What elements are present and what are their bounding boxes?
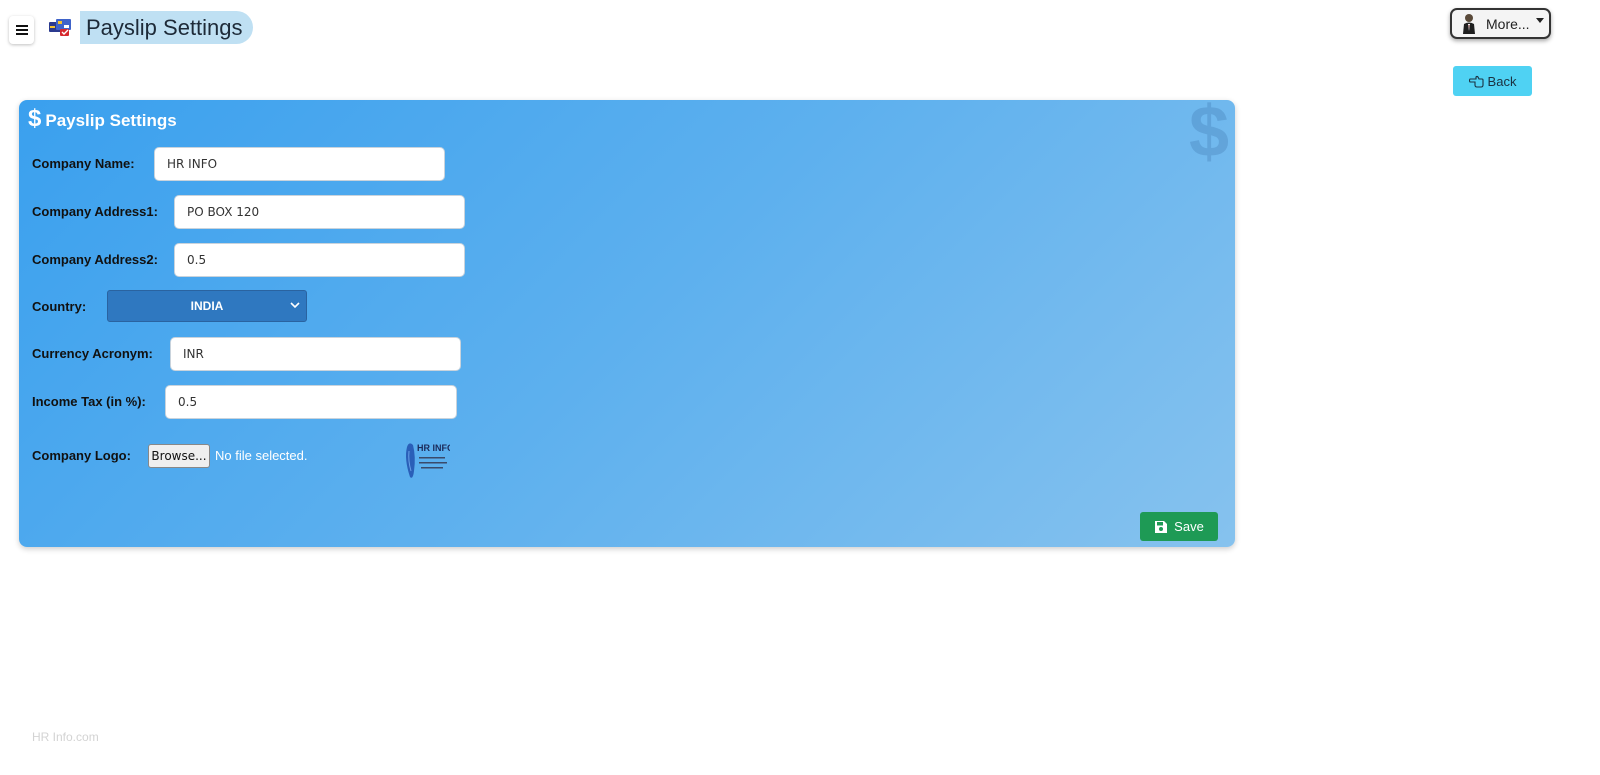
income-tax-label: Income Tax (in %): (32, 394, 146, 409)
page-title: Payslip Settings (80, 11, 253, 44)
company-name-label: Company Name: (32, 156, 135, 171)
payroll-cards-icon (49, 19, 71, 36)
caret-down-icon (1535, 18, 1544, 23)
country-label: Country: (32, 299, 87, 314)
company-name-input[interactable] (154, 147, 445, 181)
currency-acronym-label: Currency Acronym: (32, 346, 153, 361)
country-select-value: INDIA (190, 299, 224, 313)
more-menu-button[interactable]: More... (1450, 8, 1551, 39)
hamburger-icon (15, 25, 28, 35)
company-address1-input[interactable] (174, 195, 465, 229)
back-button[interactable]: Back (1453, 66, 1532, 96)
file-status-text: No file selected. (215, 448, 308, 463)
company-logo-preview: HR INFO (406, 443, 450, 478)
back-button-label: Back (1487, 73, 1517, 89)
card-title-text: Payslip Settings (45, 111, 177, 130)
income-tax-input[interactable] (165, 385, 457, 419)
browse-file-button[interactable]: Browse... (148, 444, 210, 468)
card-title: $ Payslip Settings (28, 107, 177, 131)
hand-pointing-left-icon (1468, 75, 1484, 88)
svg-text:HR INFO: HR INFO (417, 443, 450, 453)
company-address2-label: Company Address2: (32, 252, 158, 267)
currency-acronym-input[interactable] (170, 337, 461, 371)
footer-text: HR Info.com (32, 730, 99, 744)
user-avatar-icon (1463, 13, 1475, 34)
more-button-label: More... (1486, 15, 1530, 32)
chevron-down-icon (290, 302, 300, 309)
payslip-settings-card: $ $ Payslip Settings Company Name: Compa… (19, 96, 1235, 547)
company-logo-label: Company Logo: (32, 448, 131, 463)
dollar-icon: $ (28, 105, 42, 132)
save-button[interactable]: Save (1140, 512, 1218, 541)
menu-toggle-button[interactable] (9, 16, 34, 44)
dollar-watermark-icon: $ (1188, 92, 1229, 172)
country-select[interactable]: INDIA (107, 290, 307, 322)
company-address1-label: Company Address1: (32, 204, 158, 219)
save-button-label: Save (1174, 519, 1204, 534)
save-floppy-icon (1155, 520, 1168, 533)
company-address2-input[interactable] (174, 243, 465, 277)
